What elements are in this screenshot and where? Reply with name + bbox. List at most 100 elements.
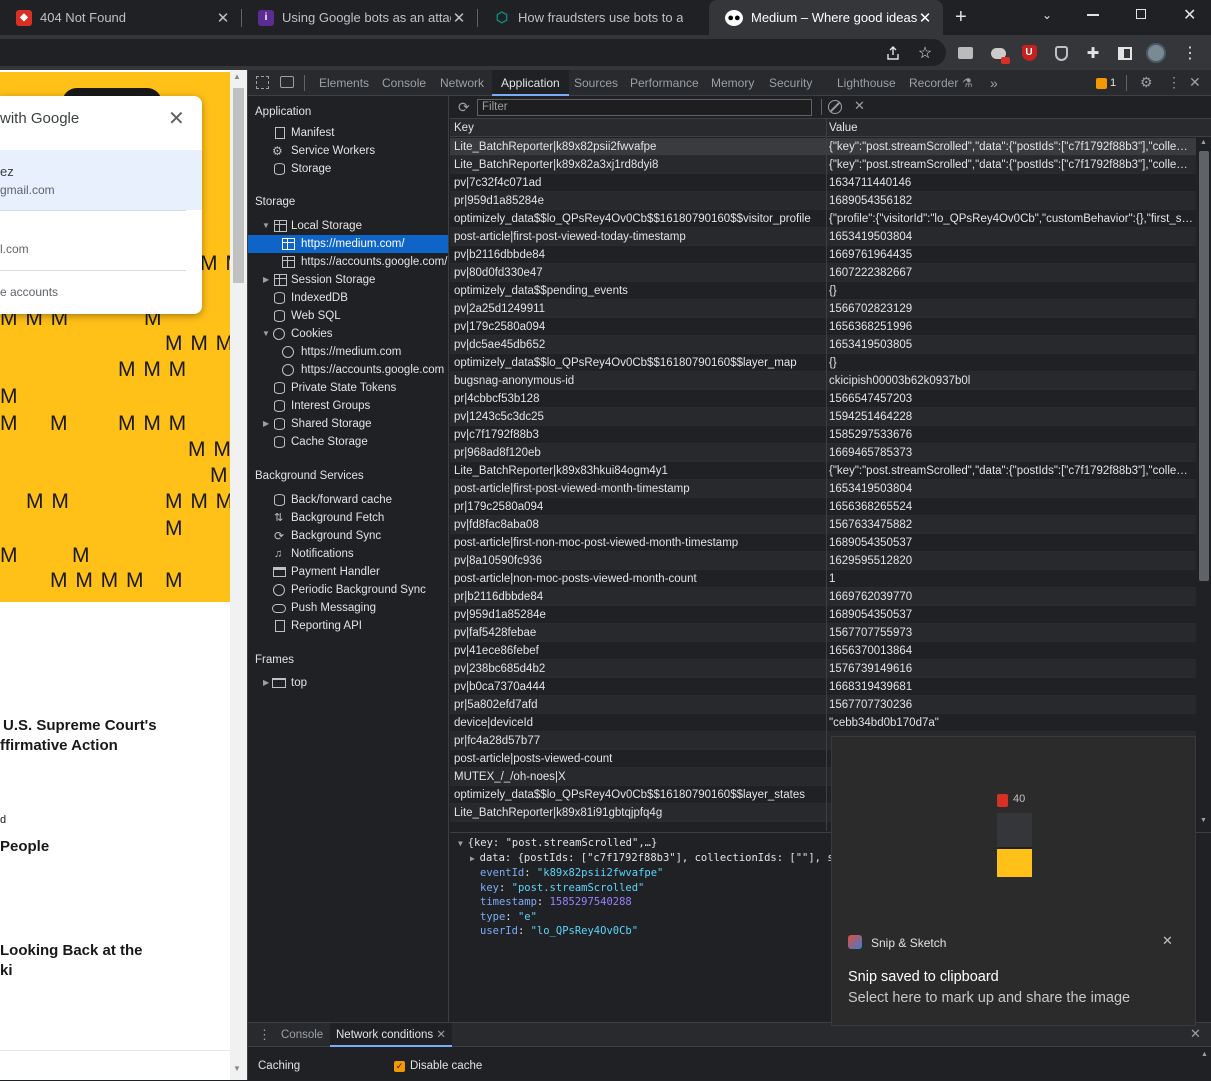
expanded-arrow-icon[interactable]: ▼	[262, 217, 270, 235]
table-row[interactable]: pv|dc5ae45db652 1653419503805	[450, 336, 1196, 354]
tab-search-chevron-icon[interactable]: ⌄	[1042, 8, 1052, 22]
more-tabs-chevron-icon[interactable]: »	[990, 70, 998, 96]
table-row[interactable]: pv|238bc685d4b2 1576739149616	[450, 660, 1196, 678]
extension-ghost-icon[interactable]	[955, 43, 975, 63]
new-tab-plus-icon[interactable]: +	[955, 6, 967, 29]
close-tab-icon[interactable]: ✕	[215, 9, 231, 27]
collapsed-arrow-icon[interactable]: ▶	[470, 854, 480, 863]
table-row[interactable]: pv|7c32f4c071ad 1634711440146	[450, 174, 1196, 192]
sidebar-item-cache-storage[interactable]: Cache Storage	[248, 433, 448, 451]
filter-input[interactable]: Filter	[477, 99, 812, 116]
close-drawer-icon[interactable]: ✕	[1190, 1026, 1201, 1042]
tab-sources[interactable]: Sources	[574, 70, 618, 96]
snip-notification-toast[interactable]: 40 Snip & Sketch ✕ Snip saved to clipboa…	[831, 736, 1196, 1026]
collapsed-arrow-icon[interactable]: ▶	[263, 271, 269, 289]
sidebar-item-notifications[interactable]: ♫ Notifications	[248, 545, 448, 563]
table-row[interactable]: pr|5a802efd7afd 1567707730236	[450, 696, 1196, 714]
table-row[interactable]: pv|b2116dbbde84 1669761964435	[450, 246, 1196, 264]
table-scrollbar[interactable]: ▲ ▼	[1196, 137, 1211, 831]
customize-menu-icon[interactable]: ⋮	[1167, 74, 1181, 91]
bookmark-star-icon[interactable]: ☆	[915, 43, 935, 63]
article-title[interactable]: U.S. Supreme Court's	[3, 716, 157, 736]
sidebar-item-session-storage[interactable]: ▶ Session Storage	[248, 271, 448, 289]
second-account-email[interactable]: l.com	[0, 242, 29, 256]
table-row[interactable]: Lite_BatchReporter|k89x82psii2fwvafpe {"k…	[450, 138, 1196, 156]
page-scrollbar-thumb[interactable]	[233, 88, 244, 283]
tab-memory[interactable]: Memory	[711, 70, 754, 96]
table-row[interactable]: pv|179c2580a094 1656368251996	[450, 318, 1196, 336]
browser-tab-google-bots[interactable]: i Using Google bots as an attack v ✕	[242, 0, 477, 35]
drawer-tab-console[interactable]: Console	[281, 1023, 323, 1047]
table-row[interactable]: optimizely_data$$lo_QPsRey4Ov0Cb$$161807…	[450, 210, 1196, 228]
article-title[interactable]: Looking Back at the	[0, 941, 143, 961]
table-row[interactable]: device|deviceId "cebb34bd0b170d7a"	[450, 714, 1196, 732]
table-row[interactable]: pv|959d1a85284e 1689054350537	[450, 606, 1196, 624]
table-scrollbar-thumb[interactable]	[1199, 151, 1209, 581]
tab-network[interactable]: Network	[440, 70, 484, 96]
table-row[interactable]: post-article|first-post-viewed-month-tim…	[450, 480, 1196, 498]
sidebar-item-websql[interactable]: Web SQL	[248, 307, 448, 325]
tab-security[interactable]: Security	[769, 70, 812, 96]
close-tab-icon[interactable]: ✕	[917, 9, 933, 27]
extensions-puzzle-icon[interactable]: ✚	[1083, 43, 1103, 63]
table-row[interactable]: pv|2a25d1249911 1566702823129	[450, 300, 1196, 318]
table-row[interactable]: pr|4cbbcf53b128 1566547457203	[450, 390, 1196, 408]
dismiss-toast-icon[interactable]: ✕	[1162, 933, 1173, 949]
inspect-element-icon[interactable]	[256, 76, 269, 89]
column-header-key[interactable]: Key	[454, 119, 474, 137]
sidebar-item-shared-storage[interactable]: ▶ Shared Storage	[248, 415, 448, 433]
settings-gear-icon[interactable]: ⚙	[1140, 74, 1153, 91]
table-row[interactable]: Lite_BatchReporter|k89x83hkui84ogm4y1 {"k…	[450, 462, 1196, 480]
table-row[interactable]: pr|959d1a85284e 1689054356182	[450, 192, 1196, 210]
disable-cache-label[interactable]: Disable cache	[410, 1060, 482, 1072]
page-scrollbar[interactable]: ▲ ▼	[230, 70, 247, 1080]
device-toolbar-icon[interactable]	[280, 76, 294, 88]
article-title[interactable]: ffirmative Action	[0, 736, 118, 756]
tab-application[interactable]: Application	[492, 70, 569, 96]
article-title[interactable]: ki	[0, 961, 13, 981]
sidebar-item-manifest[interactable]: Manifest	[248, 124, 448, 142]
ublock-icon[interactable]: U	[1019, 43, 1039, 63]
profile-avatar[interactable]	[1146, 43, 1166, 63]
close-devtools-icon[interactable]: ✕	[1189, 74, 1201, 91]
expanded-arrow-icon[interactable]: ▼	[262, 325, 270, 343]
table-row[interactable]: pr|179c2580a094 1656368265524	[450, 498, 1196, 516]
table-row[interactable]: post-article|first-post-viewed-today-tim…	[450, 228, 1196, 246]
sidebar-item-payment-handler[interactable]: Payment Handler	[248, 563, 448, 581]
share-icon[interactable]	[883, 43, 903, 63]
table-row[interactable]: pr|968ad8f120eb 1669465785373	[450, 444, 1196, 462]
browser-tab-fraudsters[interactable]: ⬡ How fraudsters use bots to attac	[478, 0, 709, 35]
sidebar-item-background-fetch[interactable]: ⇅ Background Fetch	[248, 509, 448, 527]
tab-recorder[interactable]: Recorder	[909, 70, 958, 96]
drawer-scrollbar[interactable]: ▲	[1198, 1049, 1211, 1081]
table-row[interactable]: pv|8a10590fc936 1629595512820	[450, 552, 1196, 570]
minimize-icon[interactable]	[1087, 14, 1099, 16]
drawer-tab-network-conditions[interactable]: Network conditions ✕	[330, 1023, 452, 1047]
sidebar-item-periodic-sync[interactable]: Periodic Background Sync	[248, 581, 448, 599]
sidebar-item-local-medium[interactable]: https://medium.com/	[248, 235, 448, 253]
table-row[interactable]: pv|80d0fd330e47 1607222382667	[450, 264, 1196, 282]
close-icon[interactable]: ✕	[168, 106, 185, 131]
table-row[interactable]: Lite_BatchReporter|k89x82a3xj1rd8dyi8 {"k…	[450, 156, 1196, 174]
sidebar-item-local-google[interactable]: https://accounts.google.com/	[248, 253, 448, 271]
sidebar-item-frame-top[interactable]: ▶ top	[248, 674, 448, 692]
table-row[interactable]: pv|fd8fac8aba08 1567633475882	[450, 516, 1196, 534]
table-row[interactable]: pv|b0ca7370a444 1668319439681	[450, 678, 1196, 696]
table-row[interactable]: post-article|first-non-moc-post-viewed-m…	[450, 534, 1196, 552]
table-row[interactable]: bugsnag-anonymous-id ckicipish00003b62k09…	[450, 372, 1196, 390]
collapsed-arrow-icon[interactable]: ▶	[263, 415, 269, 433]
scroll-down-arrow-icon[interactable]: ▼	[233, 1064, 241, 1073]
restore-icon[interactable]	[1136, 9, 1146, 19]
refresh-icon[interactable]: ⟳	[458, 99, 470, 116]
sidebar-item-storage[interactable]: Storage	[248, 160, 448, 178]
sidebar-item-background-sync[interactable]: ⟳ Background Sync	[248, 527, 448, 545]
preview-summary[interactable]: ▼ {key: "post.streamScrolled",…}	[458, 837, 657, 849]
table-row[interactable]: pv|1243c5c3dc25 1594251464228	[450, 408, 1196, 426]
extension-cloud-icon[interactable]	[988, 43, 1010, 64]
more-accounts-link[interactable]: e accounts	[0, 285, 58, 299]
account-row-selected[interactable]: ez gmail.com	[0, 150, 202, 210]
delete-selected-icon[interactable]: ✕	[854, 98, 865, 114]
table-row[interactable]: post-article|non-moc-posts-viewed-month-…	[450, 570, 1196, 588]
scroll-down-arrow-icon[interactable]: ▼	[1200, 817, 1207, 824]
sidebar-item-bfcache[interactable]: Back/forward cache	[248, 491, 448, 509]
